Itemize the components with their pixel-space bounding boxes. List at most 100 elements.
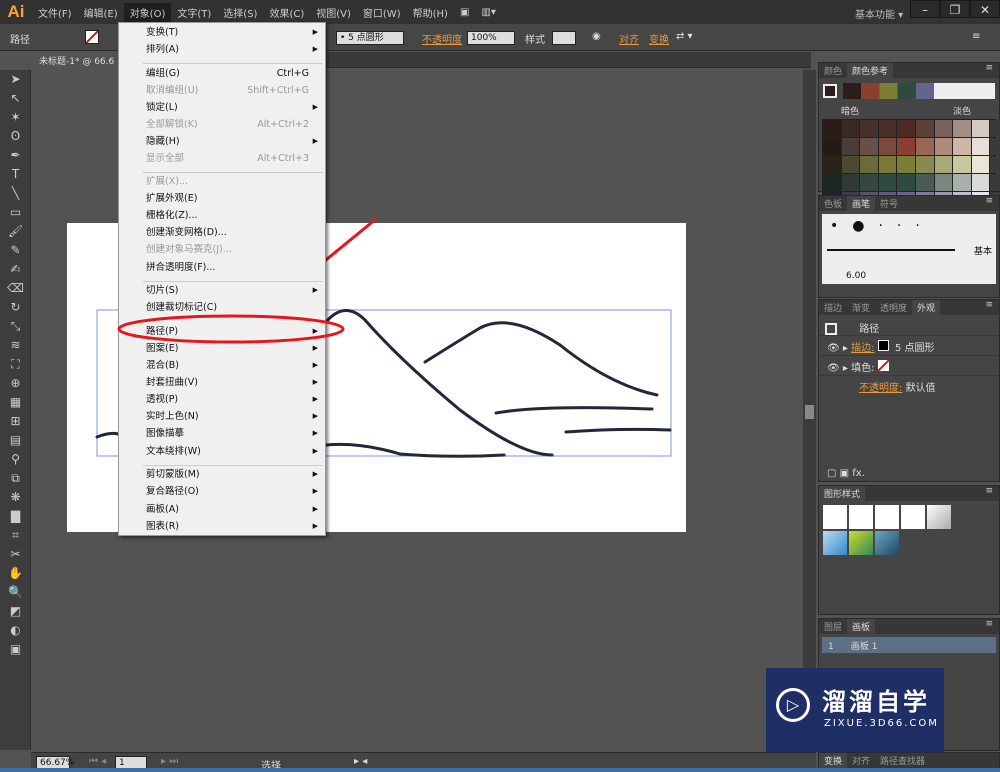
color-variation-swatch[interactable] <box>990 120 1000 137</box>
color-variation-swatch[interactable] <box>915 138 934 155</box>
color-variation-swatch[interactable] <box>878 156 897 173</box>
tab-artboards[interactable]: 画板 <box>847 619 876 634</box>
tab-appearance[interactable]: 外观 <box>912 300 941 315</box>
color-variation-swatch[interactable] <box>823 174 841 191</box>
stroke-swatch[interactable] <box>877 340 889 351</box>
horizontal-scroll-arrows[interactable]: ▸ ◂ <box>354 756 367 767</box>
color-variation-swatch[interactable] <box>934 138 953 155</box>
menu-item[interactable]: 变换(T) ▶ <box>119 24 325 41</box>
tab-symbols[interactable]: 符号 <box>875 196 903 211</box>
menu-item[interactable]: 创建渐变网格(D)... <box>119 224 325 241</box>
color-variation-swatch[interactable] <box>897 156 915 173</box>
restore-button[interactable]: ❐ <box>940 0 970 18</box>
menu-item[interactable]: 实时上色(N) ▶ <box>119 408 325 425</box>
color-variation-swatch[interactable] <box>841 156 860 173</box>
color-variation-swatch[interactable] <box>915 174 934 191</box>
fill-none-swatch[interactable] <box>877 360 889 371</box>
color-variation-swatch[interactable] <box>915 156 934 173</box>
brush-list[interactable]: •●··· 基本 6.00 <box>822 214 996 284</box>
color-variation-swatch[interactable] <box>878 120 897 137</box>
menu-item[interactable]: 扩展外观(E) <box>119 190 325 207</box>
menu-item[interactable]: 剪切蒙版(M) ▶ <box>119 466 325 483</box>
color-variation-swatch[interactable] <box>990 174 1000 191</box>
color-variation-swatch[interactable] <box>953 156 971 173</box>
menu-item[interactable]: 显示全部 Alt+Ctrl+3 <box>119 150 325 167</box>
style-swatch[interactable] <box>875 531 899 555</box>
color-variation-swatch[interactable] <box>897 174 915 191</box>
tab-swatches[interactable]: 色板 <box>819 196 847 211</box>
color-variation-swatch[interactable] <box>934 174 953 191</box>
control-menu-icon[interactable]: ≡ <box>972 31 980 42</box>
close-button[interactable]: ✕ <box>970 0 1000 18</box>
tab-align[interactable]: 对齐 <box>847 753 875 768</box>
menu-item[interactable]: 排列(A) ▶ <box>119 41 325 58</box>
color-variation-swatch[interactable] <box>953 174 971 191</box>
style-swatch[interactable] <box>875 505 899 529</box>
tab-color-guide[interactable]: 颜色参考 <box>847 63 894 78</box>
tab-gradient[interactable]: 渐变 <box>847 300 875 315</box>
menu-item[interactable]: 锁定(L) ▶ <box>119 99 325 116</box>
color-variation-swatch[interactable] <box>953 120 971 137</box>
visibility-eye-icon[interactable]: 👁 <box>827 343 840 354</box>
menu-item[interactable]: 编组(G) Ctrl+G <box>119 65 325 82</box>
tab-layers[interactable]: 图层 <box>819 619 847 634</box>
menu-item[interactable]: 画板(A) ▶ <box>119 501 325 518</box>
menu-item[interactable]: 图像描摹 ▶ <box>119 425 325 442</box>
minimize-button[interactable]: – <box>910 0 940 18</box>
menu-item[interactable]: 透视(P) ▶ <box>119 391 325 408</box>
panel-menu-icon[interactable]: ≡ <box>985 486 999 501</box>
vertical-scrollbar[interactable] <box>803 70 816 750</box>
base-color-swatch[interactable] <box>823 84 837 98</box>
color-variation-swatch[interactable] <box>934 156 953 173</box>
menu-item[interactable]: 拼合透明度(F)... <box>119 259 325 276</box>
color-variation-swatch[interactable] <box>860 138 878 155</box>
tab-color[interactable]: 颜色 <box>819 63 847 78</box>
menu-item[interactable]: 全部解锁(K) Alt+Ctrl+2 <box>119 116 325 133</box>
artboard-nav-prev[interactable]: ⏮ ◂ <box>89 756 106 767</box>
menu-item[interactable]: 切片(S) ▶ <box>119 282 325 299</box>
visibility-eye-icon[interactable]: 👁 <box>827 363 840 374</box>
tab-graphic-styles[interactable]: 图形样式 <box>819 486 866 501</box>
color-variation-swatch[interactable] <box>860 156 878 173</box>
color-variation-swatch[interactable] <box>953 138 971 155</box>
tab-transform[interactable]: 变换 <box>819 753 848 768</box>
color-variation-swatch[interactable] <box>971 156 990 173</box>
menu-item[interactable]: 取消编组(U) Shift+Ctrl+G <box>119 82 325 99</box>
color-variation-swatch[interactable] <box>971 138 990 155</box>
color-variation-swatch[interactable] <box>841 174 860 191</box>
add-stroke-icon[interactable]: ▢ ▣ fx. <box>827 468 865 479</box>
color-variation-swatch[interactable] <box>990 138 1000 155</box>
color-variation-swatch[interactable] <box>897 138 915 155</box>
menu-item[interactable]: 混合(B) ▶ <box>119 357 325 374</box>
workspace-switcher[interactable]: 基本功能 ▾ <box>855 6 903 21</box>
color-variation-swatch[interactable] <box>878 138 897 155</box>
menu-item[interactable]: 创建对象马赛克(J)... <box>119 241 325 258</box>
color-variation-swatch[interactable] <box>841 120 860 137</box>
color-variation-swatch[interactable] <box>897 120 915 137</box>
color-variation-swatch[interactable] <box>841 138 860 155</box>
tab-stroke[interactable]: 描边 <box>819 300 847 315</box>
style-swatch[interactable] <box>849 505 873 529</box>
menu-item[interactable]: 隐藏(H) ▶ <box>119 133 325 150</box>
color-variation-swatch[interactable] <box>878 174 897 191</box>
opacity-link[interactable]: 不透明度: <box>859 383 902 394</box>
panel-menu-icon[interactable]: ≡ <box>985 619 999 634</box>
color-variation-swatch[interactable] <box>860 120 878 137</box>
menu-item[interactable]: 封套扭曲(V) ▶ <box>119 374 325 391</box>
color-variation-swatch[interactable] <box>934 120 953 137</box>
style-swatch[interactable] <box>849 531 873 555</box>
style-swatch[interactable] <box>901 505 925 529</box>
color-variation-swatch[interactable] <box>860 174 878 191</box>
color-variation-swatch[interactable] <box>823 138 841 155</box>
color-variation-swatch[interactable] <box>971 120 990 137</box>
harmony-rule-bar[interactable] <box>843 83 995 99</box>
panel-menu-icon[interactable]: ≡ <box>985 63 999 78</box>
menu-item[interactable]: 图表(R) ▶ <box>119 518 325 535</box>
artboard-nav-next[interactable]: ▸ ⏭ <box>161 756 178 767</box>
menu-item[interactable]: 栅格化(Z)... <box>119 207 325 224</box>
menu-item[interactable]: 扩展(X)... <box>119 173 325 190</box>
tab-pathfinder[interactable]: 路径查找器 <box>875 753 930 768</box>
color-variation-swatch[interactable] <box>915 120 934 137</box>
panel-menu-icon[interactable]: ≡ <box>985 196 999 211</box>
style-swatch[interactable] <box>823 531 847 555</box>
